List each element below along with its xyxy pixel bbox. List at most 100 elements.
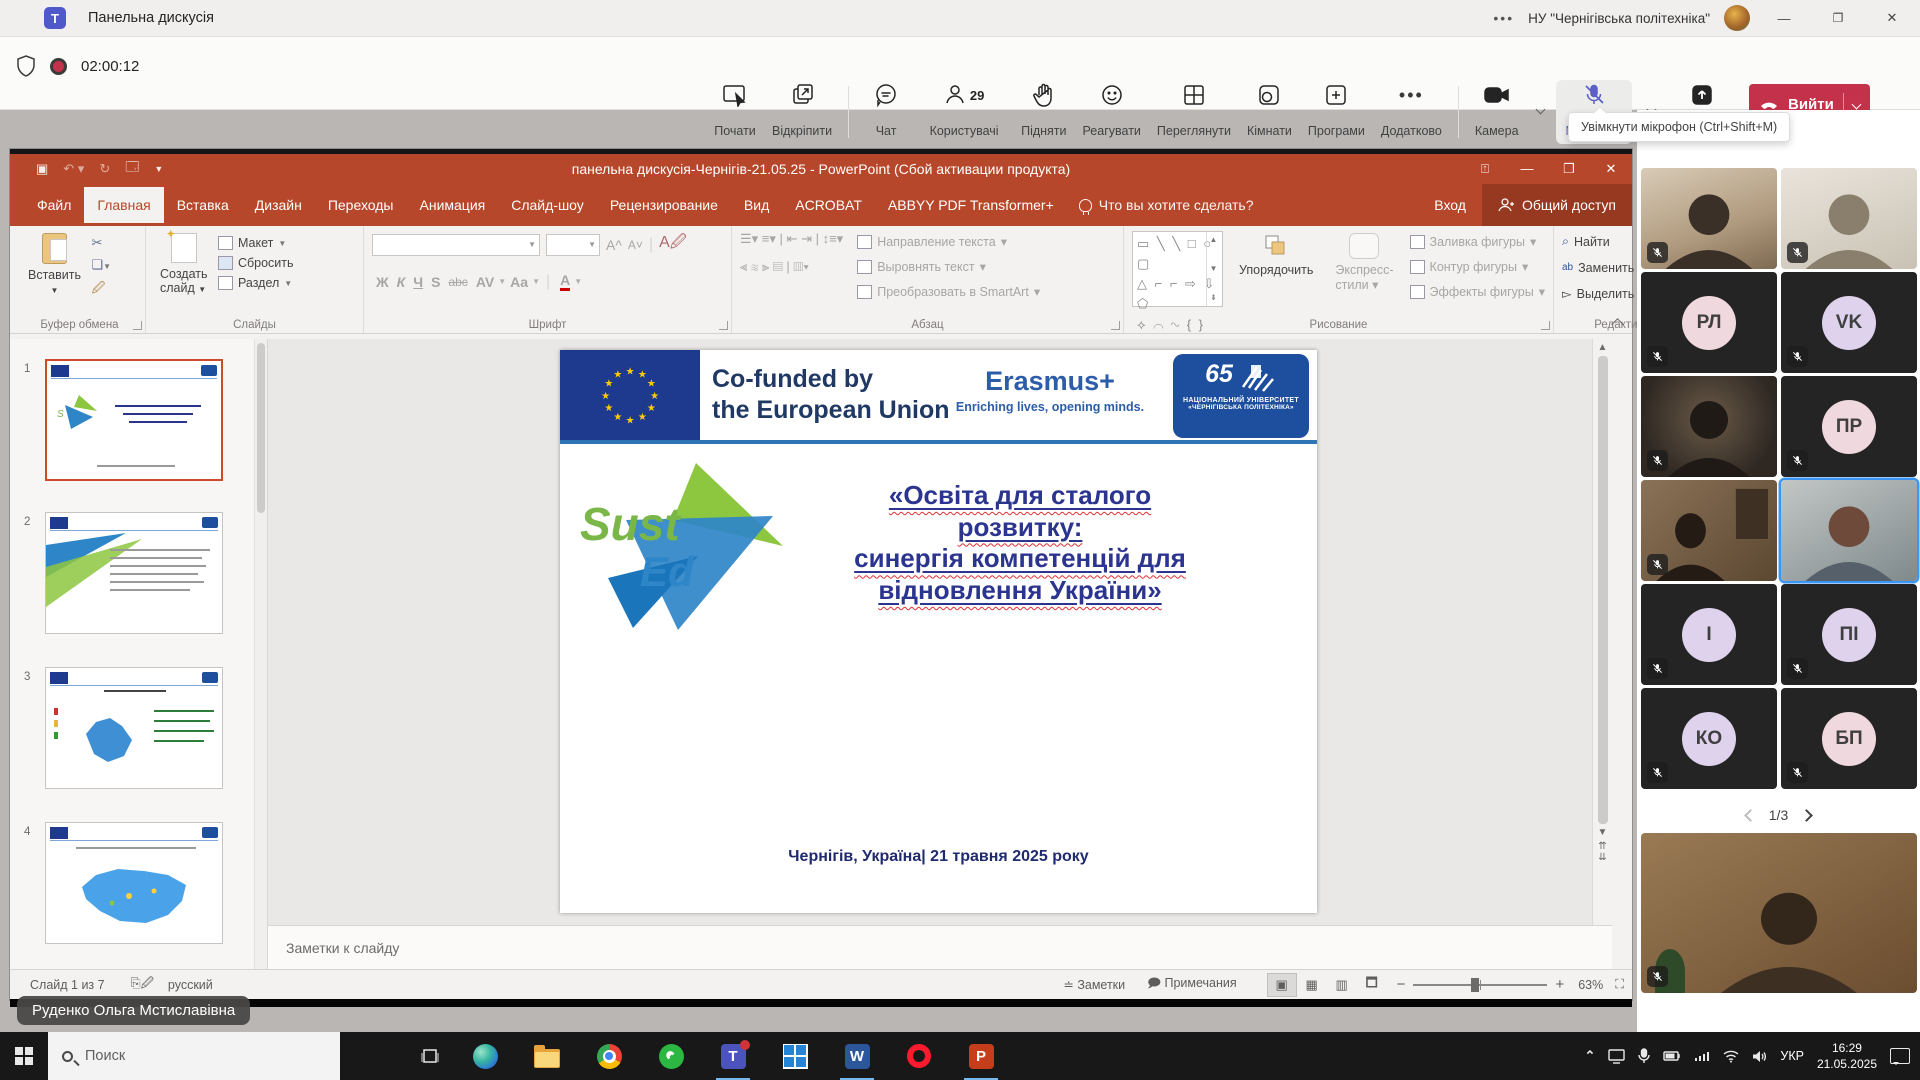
smartart-button[interactable]: Преобразовать в SmartArt ▾ xyxy=(857,284,1040,299)
zoom-slider[interactable] xyxy=(1413,984,1547,986)
reset-button[interactable]: Сбросить xyxy=(218,256,294,270)
task-view-button[interactable] xyxy=(406,1032,454,1080)
zoom-out-button[interactable]: − xyxy=(1397,976,1406,993)
taskbar-teams[interactable]: T xyxy=(702,1032,764,1080)
org-account-name[interactable]: НУ "Чернігівська політехніка" xyxy=(1528,11,1710,26)
raise-hand-button[interactable]: Підняти xyxy=(1019,80,1068,144)
tab-animations[interactable]: Анимация xyxy=(407,187,499,223)
shapes-gallery-scroll[interactable]: ▲▼⇟ xyxy=(1206,232,1222,306)
spellcheck-icon[interactable]: ⎘🖉 xyxy=(131,974,154,995)
tab-review[interactable]: Рецензирование xyxy=(597,187,731,223)
wifi-icon[interactable] xyxy=(1723,1050,1739,1063)
slide-title[interactable]: «Освіта для сталого розвитку: синергія к… xyxy=(850,480,1190,607)
more-button[interactable]: ••• Додатково xyxy=(1379,80,1444,144)
taskbar-grid-app[interactable] xyxy=(764,1032,826,1080)
line-spacing-button[interactable]: ↕≡ xyxy=(823,231,837,246)
shape-effects-button[interactable]: Эффекты фигуры ▾ xyxy=(1410,284,1545,299)
slide-footer-date[interactable]: Чернігів, Україна| 21 травня 2025 року xyxy=(560,848,1317,866)
next-slide-button[interactable]: ⇊ xyxy=(1598,852,1606,863)
slide-1[interactable]: ★★★ ★★★ ★★★ ★★★ Co-funded by the Europea… xyxy=(560,350,1317,913)
leave-options-chevron[interactable] xyxy=(1851,99,1861,109)
speaker-icon[interactable] xyxy=(1752,1050,1767,1063)
shadow-button[interactable]: S xyxy=(431,274,440,290)
font-color-button[interactable]: А xyxy=(560,272,570,291)
copy-button[interactable]: ❏▼ xyxy=(91,257,111,273)
cut-button[interactable]: ✂ xyxy=(91,235,111,251)
scrollbar-thumb[interactable] xyxy=(1598,356,1608,824)
slideshow-view-button[interactable]: 🗖 xyxy=(1357,973,1387,997)
paragraph-dialog-launcher[interactable] xyxy=(1111,321,1120,330)
hidden-icons-chevron[interactable]: ⌃ xyxy=(1584,1048,1595,1064)
columns-button[interactable]: ▥ xyxy=(793,259,803,274)
participant-initials[interactable]: РЛ xyxy=(1641,272,1777,373)
restore-button[interactable]: ❐ xyxy=(1818,3,1858,33)
language-switcher[interactable]: УКР xyxy=(1780,1049,1804,1063)
camera-button[interactable]: Камера xyxy=(1473,80,1521,144)
outdent-button[interactable]: ⇤ xyxy=(787,231,798,246)
change-case-button[interactable]: Aa xyxy=(510,274,528,290)
bold-button[interactable]: Ж xyxy=(376,274,389,290)
italic-button[interactable]: К xyxy=(397,274,406,290)
participant-initials[interactable]: ПР xyxy=(1781,376,1917,477)
zoom-level[interactable]: 63% xyxy=(1578,978,1603,992)
font-size-combo[interactable]: ▼ xyxy=(546,234,600,256)
quick-styles-button[interactable]: Экспресс-стили ▾ xyxy=(1329,231,1399,294)
underline-button[interactable]: Ч xyxy=(413,274,423,290)
tab-transitions[interactable]: Переходы xyxy=(315,187,407,223)
tab-home[interactable]: Главная xyxy=(84,187,163,223)
display-tray-icon[interactable] xyxy=(1608,1049,1625,1064)
participant-video[interactable] xyxy=(1641,376,1777,477)
tab-abbyy[interactable]: ABBYY PDF Transformer+ xyxy=(875,187,1067,223)
bullets-button[interactable]: ☰ xyxy=(740,231,752,246)
participant-initials[interactable]: І xyxy=(1641,584,1777,685)
tab-design[interactable]: Дизайн xyxy=(242,187,315,223)
strikethrough-button[interactable]: abc xyxy=(448,275,467,289)
chat-button[interactable]: Чат xyxy=(863,80,909,144)
fit-slide-button[interactable]: ⛶ xyxy=(1615,977,1624,992)
camera-options-chevron[interactable] xyxy=(1535,105,1545,115)
battery-icon[interactable] xyxy=(1663,1050,1681,1062)
tab-acrobat[interactable]: ACROBAT xyxy=(782,187,875,223)
tab-file[interactable]: Файл xyxy=(24,187,84,223)
align-left-button[interactable]: ⫷ xyxy=(740,259,747,274)
participant-initials[interactable]: ПІ xyxy=(1781,584,1917,685)
ppt-restore-button[interactable]: ❐ xyxy=(1548,161,1590,177)
scroll-down-icon[interactable]: ▼ xyxy=(1598,827,1608,838)
arrange-button[interactable]: Упорядочить xyxy=(1233,231,1319,279)
page-next-chevron[interactable] xyxy=(1800,809,1813,822)
font-name-combo[interactable]: ▼ xyxy=(372,234,540,256)
participant-initials[interactable]: БП xyxy=(1781,688,1917,789)
slide-thumbnail-1[interactable]: S xyxy=(45,359,223,481)
section-button[interactable]: Раздел▼ xyxy=(218,276,294,290)
qat-customize-icon[interactable]: ▼ xyxy=(154,164,163,174)
start-button[interactable] xyxy=(0,1032,48,1080)
spotlight-video[interactable] xyxy=(1641,833,1917,993)
slide-sorter-button[interactable]: ▦ xyxy=(1297,973,1327,997)
notes-placeholder[interactable]: Заметки к слайду xyxy=(286,940,399,956)
tab-view[interactable]: Вид xyxy=(731,187,782,223)
grow-font-button[interactable]: А^ xyxy=(606,237,622,253)
clipboard-dialog-launcher[interactable] xyxy=(133,321,142,330)
format-painter-button[interactable]: 🖉 xyxy=(91,279,111,301)
unpin-button[interactable]: Відкріпити xyxy=(770,80,834,144)
scroll-up-icon[interactable]: ▲ xyxy=(1598,342,1608,353)
shape-outline-button[interactable]: Контур фигуры ▾ xyxy=(1410,259,1545,274)
redo-icon[interactable]: ↻ xyxy=(99,161,110,177)
taskbar-word[interactable]: W xyxy=(826,1032,888,1080)
shape-fill-button[interactable]: Заливка фигуры ▾ xyxy=(1410,234,1545,249)
layout-button[interactable]: Макет▼ xyxy=(218,236,294,250)
participant-video[interactable] xyxy=(1781,168,1917,269)
participant-video-active-speaker[interactable] xyxy=(1781,480,1917,581)
taskbar-search[interactable]: Поиск xyxy=(48,1032,340,1080)
taskbar-edge[interactable] xyxy=(454,1032,516,1080)
text-direction-button[interactable]: Направление текста ▾ xyxy=(857,234,1040,249)
participant-initials[interactable]: VK xyxy=(1781,272,1917,373)
char-spacing-button[interactable]: AV xyxy=(476,274,494,290)
align-right-button[interactable]: ⫸ xyxy=(762,259,769,274)
taskbar-opera[interactable] xyxy=(888,1032,950,1080)
tell-me-box[interactable]: Что вы хотите сделать? xyxy=(1079,197,1254,213)
slideshow-icon[interactable]: 🗔 xyxy=(125,158,139,180)
minimize-button[interactable]: — xyxy=(1764,3,1804,33)
titlebar-more-icon[interactable]: ••• xyxy=(1493,10,1514,26)
mic-tray-icon[interactable] xyxy=(1638,1048,1650,1064)
